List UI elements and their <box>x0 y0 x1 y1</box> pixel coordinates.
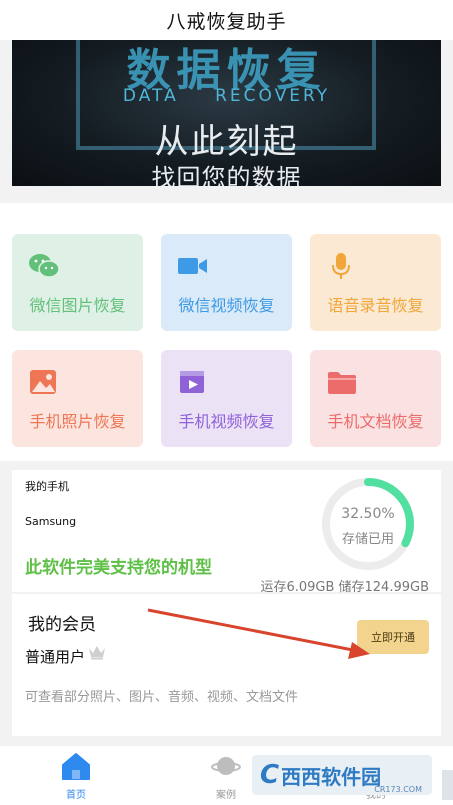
card-label: 手机视频恢复 <box>178 412 275 431</box>
home-icon <box>62 753 90 780</box>
planet-icon <box>211 757 241 775</box>
photo-icon <box>30 370 56 394</box>
storage-used-label: 存储已用 <box>341 532 394 547</box>
app-title: 八戒恢复助手 <box>166 10 287 33</box>
user-type: 普通用户 <box>25 648 86 666</box>
banner-line-2: 找回您的数据 <box>151 164 302 186</box>
card-label: 微信视频恢复 <box>178 296 275 315</box>
card-voice-recording-recovery[interactable]: 语音录音恢复 <box>310 234 441 331</box>
my-phone-title: 我的手机 <box>25 480 69 493</box>
folder-icon <box>328 372 356 394</box>
vip-title: 我的会员 <box>28 615 96 635</box>
my-phone-card: 我的手机 Samsung 此软件完美支持您的机型 32.50% 存储已用 运存6… <box>12 470 441 595</box>
edge-decoration <box>442 770 453 800</box>
watermark-text: 西西软件园 <box>281 764 382 789</box>
banner-line-1: 从此刻起 <box>154 122 299 162</box>
storage-ring: 32.50% 存储已用 <box>320 476 416 572</box>
microphone-icon <box>332 253 350 279</box>
storage-ring-graphic <box>322 478 414 570</box>
banner-subtitle: DATA RECOVERY <box>122 86 331 106</box>
video-camera-icon <box>178 258 207 274</box>
watermark-logo: C 西西软件园 CR173.COM <box>252 755 432 795</box>
app-title-bar: 八戒恢复助手 <box>0 0 453 40</box>
feature-grid: 微信图片恢复 微信视频恢复 语音录音恢复 手机照片恢复 手机视频恢复 手机文档恢… <box>0 203 453 461</box>
crown-icon <box>89 646 105 660</box>
card-label: 手机照片恢复 <box>29 412 126 431</box>
recovery-banner[interactable]: 数据恢复 DATA RECOVERY 从此刻起 找回您的数据 <box>12 40 441 186</box>
card-phone-photo-recovery[interactable]: 手机照片恢复 <box>12 350 143 447</box>
card-wechat-photo-recovery[interactable]: 微信图片恢复 <box>12 234 143 331</box>
card-label: 手机文档恢复 <box>327 412 424 431</box>
device-support-text: 此软件完美支持您的机型 <box>25 558 212 578</box>
phone-model: Samsung <box>25 515 77 528</box>
vip-description: 可查看部分照片、图片、音频、视频、文档文件 <box>25 690 299 705</box>
storage-percent: 32.50% <box>341 506 395 522</box>
card-label: 微信图片恢复 <box>29 296 126 315</box>
wechat-icon <box>29 254 60 278</box>
card-wechat-video-recovery[interactable]: 微信视频恢复 <box>161 234 292 331</box>
watermark-logo-mark: C <box>260 760 280 790</box>
card-phone-document-recovery[interactable]: 手机文档恢复 <box>310 350 441 447</box>
memory-storage-info: 运存6.09GB 储存124.99GB <box>260 580 429 595</box>
watermark-sub: CR173.COM <box>374 785 422 794</box>
tab-home[interactable]: 首页 <box>36 746 116 805</box>
card-label: 语音录音恢复 <box>327 296 424 315</box>
tab-label: 首页 <box>66 790 86 801</box>
annotation-arrow <box>147 608 370 659</box>
card-phone-video-recovery[interactable]: 手机视频恢复 <box>161 350 292 447</box>
film-icon <box>180 371 204 393</box>
